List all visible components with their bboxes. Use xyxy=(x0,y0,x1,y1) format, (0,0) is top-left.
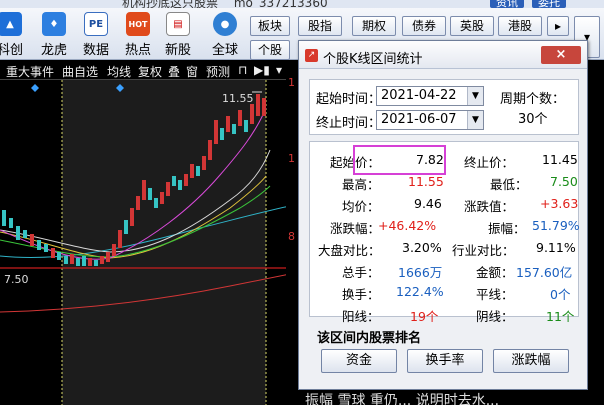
chevron-down-icon[interactable]: ▼ xyxy=(467,111,483,129)
kechuang-icon: ▲ xyxy=(0,12,22,36)
tab-sector[interactable]: 板块 xyxy=(250,16,290,36)
volume-label: 总手： xyxy=(342,265,380,280)
start-date-picker[interactable]: 2021-04-22 ▼ xyxy=(376,86,484,106)
avg-value: 9.46 xyxy=(414,196,442,211)
high-label: 最高： xyxy=(342,177,380,192)
flat-value: 0个 xyxy=(550,287,571,302)
arrow-right-icon: ▸ xyxy=(554,19,562,33)
ranking-title: 该区间内股票排名 xyxy=(317,331,422,346)
chart-tool-events[interactable]: 重大事件 xyxy=(6,63,54,80)
industry-compare-label: 行业对比： xyxy=(452,243,515,258)
chart-tool-ma[interactable]: 均线 xyxy=(107,63,131,80)
chart-tool-forecast[interactable]: 预测 xyxy=(206,63,230,80)
rank-by-capital-button[interactable]: 资金 xyxy=(321,349,397,373)
flat-label: 平线： xyxy=(476,287,514,302)
amount-label: 金额： xyxy=(476,265,514,280)
market-compare-value: 3.20% xyxy=(402,240,442,255)
volume-value: 1666万 xyxy=(398,265,443,280)
up-candles-value: 19个 xyxy=(410,309,439,324)
chart-toolbar: 重大事件 曲自选 均线 复权 叠 窗 预测 ⊓ ▶▮ ▾ xyxy=(0,62,290,80)
title-strip: 机构抄底这只股票 mo_337213360 资讯 委托 xyxy=(0,0,604,8)
end-time-label: 终止时间： xyxy=(316,116,382,131)
turnover-label: 换手： xyxy=(342,287,380,302)
kline-chart[interactable]: 11.55 7.50 xyxy=(0,80,290,405)
axis-label-top: 1 xyxy=(288,76,295,89)
down-candles-label: 阴线： xyxy=(476,309,514,324)
axis-label-mid: 1 xyxy=(288,152,295,165)
chart-tool-adjust[interactable]: 复权 xyxy=(138,63,162,80)
low-value: 7.50 xyxy=(550,174,578,189)
bottom-overlay-text: 振幅 雪球 重仍... 说明时去水... xyxy=(305,393,500,405)
down-candles-value: 11个 xyxy=(546,309,575,324)
tab-index[interactable]: 股指 xyxy=(298,16,342,36)
nav-arrow-button[interactable]: ▸ xyxy=(547,16,569,36)
up-candles-label: 阳线： xyxy=(342,309,380,324)
change-pct-label: 涨跌幅： xyxy=(330,221,381,236)
avg-label: 均价： xyxy=(342,199,380,214)
chevron-down-icon[interactable]: ▼ xyxy=(467,87,483,105)
change-value-label: 涨跌值： xyxy=(464,199,515,214)
fullscreen-icon[interactable]: ▶▮ xyxy=(254,63,270,77)
change-value: +3.63 xyxy=(540,196,579,211)
tab-hk-stocks[interactable]: 港股 xyxy=(498,16,542,36)
tab-options[interactable]: 期权 xyxy=(352,16,396,36)
news-button[interactable]: 资讯 xyxy=(490,0,524,8)
toolbar-data[interactable]: PE 数据 xyxy=(78,12,114,58)
dragon-icon: ♦ xyxy=(42,12,66,36)
dropdown-icon[interactable]: ▾ xyxy=(276,63,282,77)
high-price-label: 11.55 xyxy=(222,92,254,105)
window-title: 机构抄底这只股票 mo_337213360 xyxy=(122,0,328,8)
low-label: 最低： xyxy=(490,177,528,192)
rank-by-change-button[interactable]: 涨跌幅 xyxy=(493,349,569,373)
highlight-box xyxy=(353,145,446,175)
new-stock-icon: ▤ xyxy=(166,12,190,36)
amplitude-label: 振幅： xyxy=(488,221,526,236)
end-date-picker[interactable]: 2021-06-07 ▼ xyxy=(376,110,484,130)
amplitude-value: 51.79% xyxy=(532,218,580,233)
lock-icon[interactable]: ⊓ xyxy=(238,63,247,77)
toolbar-hot[interactable]: HOT 热点 xyxy=(120,12,156,58)
pe-icon: PE xyxy=(84,12,108,36)
tab-stock[interactable]: 个股 xyxy=(250,40,290,60)
close-icon: × xyxy=(555,47,567,62)
tab-uk-stocks[interactable]: 英股 xyxy=(450,16,494,36)
amount-value: 157.60亿 xyxy=(516,265,573,280)
tab-bonds[interactable]: 债券 xyxy=(402,16,446,36)
end-price-label: 终止价： xyxy=(464,155,515,170)
high-value: 11.55 xyxy=(408,174,444,189)
dialog-titlebar[interactable]: ↗ 个股K线区间统计 × xyxy=(299,41,587,69)
toolbar-longhu[interactable]: ♦ 龙虎 xyxy=(36,12,72,58)
toolbar-global[interactable]: ● 全球 xyxy=(207,12,243,58)
globe-icon: ● xyxy=(213,12,237,36)
low-price-label: 7.50 xyxy=(4,273,29,286)
end-price-value: 11.45 xyxy=(542,152,578,167)
axis-label-low: 8 xyxy=(288,230,295,243)
dialog-title: 个股K线区间统计 xyxy=(323,52,423,67)
app-logo-icon: ↗ xyxy=(305,49,318,62)
chart-tool-window[interactable]: 窗 xyxy=(186,63,198,80)
toolbar-newstock[interactable]: ▤ 新股 xyxy=(160,12,196,58)
market-compare-label: 大盘对比： xyxy=(318,243,381,258)
start-time-label: 起始时间： xyxy=(316,92,382,107)
turnover-value: 122.4% xyxy=(396,284,444,299)
period-panel: 起始时间： 2021-04-22 ▼ 终止时间： 2021-06-07 ▼ 周期… xyxy=(309,79,579,135)
period-count-label: 周期个数： xyxy=(500,92,566,107)
chart-tool-watchlist[interactable]: 曲自选 xyxy=(62,63,98,80)
toolbar-kechuang[interactable]: ▲ 科创 xyxy=(0,12,28,58)
hot-icon: HOT xyxy=(126,12,150,36)
chart-tool-overlay[interactable]: 叠 xyxy=(168,63,180,80)
change-pct-value: +46.42% xyxy=(378,218,437,233)
rank-by-turnover-button[interactable]: 换手率 xyxy=(407,349,483,373)
period-count-value: 30个 xyxy=(518,112,548,127)
trade-button[interactable]: 委托 xyxy=(532,0,566,8)
industry-compare-value: 9.11% xyxy=(536,240,576,255)
close-button[interactable]: × xyxy=(541,46,581,64)
kline-range-stats-dialog: ↗ 个股K线区间统计 × 起始时间： 2021-04-22 ▼ 终止时间： 20… xyxy=(298,40,588,390)
